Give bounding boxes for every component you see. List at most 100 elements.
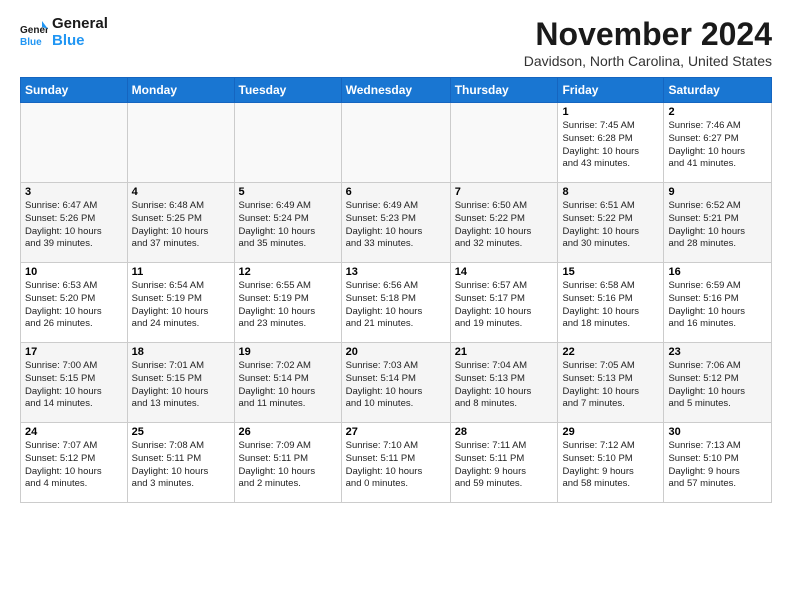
logo-line1: General [52,16,108,33]
calendar-week-2: 3 Sunrise: 6:47 AM Sunset: 5:26 PM Daylig… [21,183,772,263]
day-info: Sunrise: 7:10 AM Sunset: 5:11 PM Dayligh… [346,440,446,491]
day-number: 7 [455,186,554,198]
calendar-cell: 28 Sunrise: 7:11 AM Sunset: 5:11 PM Dayli… [450,423,558,503]
calendar-header-row: SundayMondayTuesdayWednesdayThursdayFrid… [21,78,772,103]
day-number: 4 [132,186,230,198]
day-info: Sunrise: 7:01 AM Sunset: 5:15 PM Dayligh… [132,360,230,411]
day-info: Sunrise: 7:09 AM Sunset: 5:11 PM Dayligh… [239,440,337,491]
day-number: 28 [455,426,554,438]
calendar-cell [127,103,234,183]
calendar-cell [21,103,128,183]
calendar-week-5: 24Sunrise: 7:07 AM Sunset: 5:12 PM Dayli… [21,423,772,503]
header-day-tuesday: Tuesday [234,78,341,103]
calendar-cell: 15 Sunrise: 6:58 AM Sunset: 5:16 PM Dayli… [558,263,664,343]
day-info: Sunrise: 6:55 AM Sunset: 5:19 PM Dayligh… [239,280,337,331]
day-number: 20 [346,346,446,358]
calendar-cell: 19 Sunrise: 7:02 AM Sunset: 5:14 PM Dayli… [234,343,341,423]
day-info: Sunrise: 6:52 AM Sunset: 5:21 PM Dayligh… [668,200,767,251]
calendar-cell: 2Sunrise: 7:46 AM Sunset: 6:27 PM Daylig… [664,103,772,183]
day-number: 27 [346,426,446,438]
day-info: Sunrise: 6:49 AM Sunset: 5:24 PM Dayligh… [239,200,337,251]
calendar-week-1: 1 Sunrise: 7:45 AM Sunset: 6:28 PM Daylig… [21,103,772,183]
calendar-table: SundayMondayTuesdayWednesdayThursdayFrid… [20,77,772,503]
day-number: 21 [455,346,554,358]
day-number: 1 [562,106,659,118]
day-number: 23 [668,346,767,358]
calendar-cell: 30 Sunrise: 7:13 AM Sunset: 5:10 PM Dayli… [664,423,772,503]
calendar-cell: 20Sunrise: 7:03 AM Sunset: 5:14 PM Dayli… [341,343,450,423]
calendar-cell: 14Sunrise: 6:57 AM Sunset: 5:17 PM Dayli… [450,263,558,343]
header-day-friday: Friday [558,78,664,103]
calendar-cell [450,103,558,183]
calendar-cell: 17 Sunrise: 7:00 AM Sunset: 5:15 PM Dayli… [21,343,128,423]
calendar-cell: 16 Sunrise: 6:59 AM Sunset: 5:16 PM Dayli… [664,263,772,343]
calendar-cell: 21Sunrise: 7:04 AM Sunset: 5:13 PM Dayli… [450,343,558,423]
day-number: 8 [562,186,659,198]
day-number: 5 [239,186,337,198]
day-number: 3 [25,186,123,198]
day-number: 22 [562,346,659,358]
calendar-cell: 24Sunrise: 7:07 AM Sunset: 5:12 PM Dayli… [21,423,128,503]
header-day-sunday: Sunday [21,78,128,103]
day-info: Sunrise: 6:50 AM Sunset: 5:22 PM Dayligh… [455,200,554,251]
calendar-cell: 10 Sunrise: 6:53 AM Sunset: 5:20 PM Dayli… [21,263,128,343]
day-info: Sunrise: 7:00 AM Sunset: 5:15 PM Dayligh… [25,360,123,411]
page-subtitle: Davidson, North Carolina, United States [524,53,772,69]
calendar-cell: 18 Sunrise: 7:01 AM Sunset: 5:15 PM Dayli… [127,343,234,423]
calendar-cell: 23Sunrise: 7:06 AM Sunset: 5:12 PM Dayli… [664,343,772,423]
day-info: Sunrise: 7:45 AM Sunset: 6:28 PM Dayligh… [562,120,659,171]
calendar-cell: 4Sunrise: 6:48 AM Sunset: 5:25 PM Daylig… [127,183,234,263]
calendar-cell [341,103,450,183]
header-day-wednesday: Wednesday [341,78,450,103]
day-number: 19 [239,346,337,358]
calendar-cell: 6Sunrise: 6:49 AM Sunset: 5:23 PM Daylig… [341,183,450,263]
day-info: Sunrise: 7:12 AM Sunset: 5:10 PM Dayligh… [562,440,659,491]
day-number: 10 [25,266,123,278]
calendar-cell: 25Sunrise: 7:08 AM Sunset: 5:11 PM Dayli… [127,423,234,503]
day-info: Sunrise: 6:53 AM Sunset: 5:20 PM Dayligh… [25,280,123,331]
day-info: Sunrise: 6:47 AM Sunset: 5:26 PM Dayligh… [25,200,123,251]
title-block: November 2024 Davidson, North Carolina, … [524,16,772,69]
calendar-cell: 13Sunrise: 6:56 AM Sunset: 5:18 PM Dayli… [341,263,450,343]
page-title: November 2024 [524,16,772,53]
header: General Blue General Blue November 2024 … [20,16,772,69]
day-number: 13 [346,266,446,278]
calendar-cell: 11Sunrise: 6:54 AM Sunset: 5:19 PM Dayli… [127,263,234,343]
day-number: 2 [668,106,767,118]
logo-line2: Blue [52,33,108,50]
calendar-week-3: 10 Sunrise: 6:53 AM Sunset: 5:20 PM Dayli… [21,263,772,343]
header-day-saturday: Saturday [664,78,772,103]
day-info: Sunrise: 6:54 AM Sunset: 5:19 PM Dayligh… [132,280,230,331]
calendar-cell: 22 Sunrise: 7:05 AM Sunset: 5:13 PM Dayli… [558,343,664,423]
day-info: Sunrise: 7:05 AM Sunset: 5:13 PM Dayligh… [562,360,659,411]
calendar-cell: 12 Sunrise: 6:55 AM Sunset: 5:19 PM Dayli… [234,263,341,343]
header-day-thursday: Thursday [450,78,558,103]
logo: General Blue General Blue [20,16,108,49]
day-info: Sunrise: 7:08 AM Sunset: 5:11 PM Dayligh… [132,440,230,491]
day-info: Sunrise: 6:58 AM Sunset: 5:16 PM Dayligh… [562,280,659,331]
day-info: Sunrise: 7:13 AM Sunset: 5:10 PM Dayligh… [668,440,767,491]
day-number: 9 [668,186,767,198]
day-info: Sunrise: 6:59 AM Sunset: 5:16 PM Dayligh… [668,280,767,331]
calendar-cell: 29Sunrise: 7:12 AM Sunset: 5:10 PM Dayli… [558,423,664,503]
day-number: 26 [239,426,337,438]
calendar-cell: 8Sunrise: 6:51 AM Sunset: 5:22 PM Daylig… [558,183,664,263]
header-day-monday: Monday [127,78,234,103]
svg-text:Blue: Blue [20,37,42,47]
page: General Blue General Blue November 2024 … [0,0,792,513]
day-info: Sunrise: 7:11 AM Sunset: 5:11 PM Dayligh… [455,440,554,491]
day-number: 30 [668,426,767,438]
day-number: 17 [25,346,123,358]
calendar-cell: 1 Sunrise: 7:45 AM Sunset: 6:28 PM Daylig… [558,103,664,183]
day-number: 18 [132,346,230,358]
day-info: Sunrise: 6:49 AM Sunset: 5:23 PM Dayligh… [346,200,446,251]
day-number: 15 [562,266,659,278]
day-number: 12 [239,266,337,278]
day-info: Sunrise: 7:02 AM Sunset: 5:14 PM Dayligh… [239,360,337,411]
calendar-cell [234,103,341,183]
calendar-cell: 3 Sunrise: 6:47 AM Sunset: 5:26 PM Daylig… [21,183,128,263]
day-info: Sunrise: 6:57 AM Sunset: 5:17 PM Dayligh… [455,280,554,331]
calendar-cell: 5 Sunrise: 6:49 AM Sunset: 5:24 PM Daylig… [234,183,341,263]
day-info: Sunrise: 7:07 AM Sunset: 5:12 PM Dayligh… [25,440,123,491]
day-number: 16 [668,266,767,278]
